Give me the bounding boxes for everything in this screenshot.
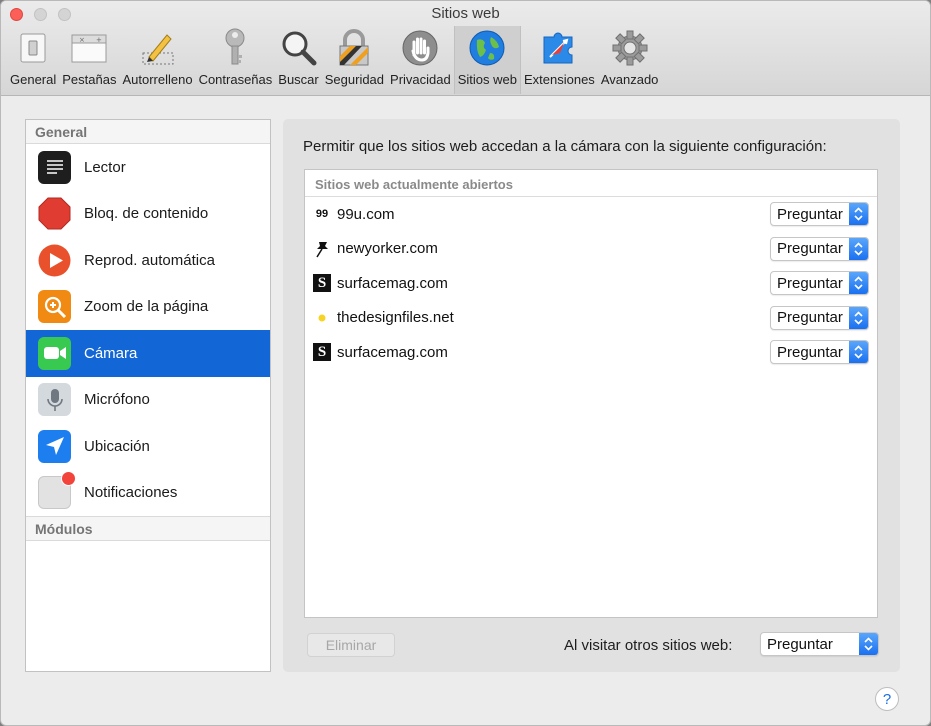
microphone-icon (38, 383, 71, 417)
site-setting-popup[interactable]: Preguntar (770, 202, 869, 226)
settings-panel: Permitir que los sitios web accedan a la… (283, 119, 900, 672)
sidebar-item-label: Notificaciones (84, 484, 178, 502)
location-icon (38, 429, 71, 463)
window-title: Sitios web (431, 5, 500, 22)
sidebar-item-label: Ubicación (84, 437, 150, 455)
site-name: surfacemag.com (337, 343, 448, 361)
site-favicon-surfacemag-icon: S (313, 274, 331, 293)
general-icon (13, 28, 53, 68)
sidebar-item-label: Reprod. automática (84, 251, 215, 269)
sidebar-item-label: Zoom de la página (84, 298, 209, 316)
chevron-updown-icon (849, 306, 868, 329)
svg-text:×: × (79, 36, 85, 44)
list-item: 99 99u.com Preguntar (305, 197, 877, 232)
list-item: newyorker.com Preguntar (305, 232, 877, 267)
sidebar-item-lector[interactable]: Lector (26, 144, 270, 191)
svg-text:+: + (96, 36, 102, 44)
help-button[interactable]: ? (875, 687, 899, 711)
site-favicon-pushpin-icon (313, 240, 331, 258)
site-setting-popup[interactable]: Preguntar (770, 236, 869, 261)
site-name: newyorker.com (337, 240, 438, 258)
site-favicon-99u-icon: 99 (315, 208, 329, 221)
other-sites-label: Al visitar otros sitios web: (564, 637, 733, 654)
camera-icon (38, 336, 71, 370)
tab-sitios-web[interactable]: Sitios web (453, 26, 521, 94)
sidebar-item-camara[interactable]: Cámara (26, 330, 270, 377)
gear-icon (610, 28, 650, 68)
site-setting-popup[interactable]: Preguntar (770, 305, 869, 330)
list-item: S surfacemag.com Preguntar (305, 266, 877, 301)
hand-icon (400, 28, 440, 68)
tab-avanzado[interactable]: Avanzado (598, 26, 662, 94)
sidebar: General Lector Bloq. de contenido Reprod… (25, 119, 271, 672)
pencil-icon (138, 28, 178, 68)
key-icon (215, 28, 255, 68)
tab-autorrelleno[interactable]: Autorrelleno (119, 26, 195, 94)
puzzle-icon (539, 28, 579, 68)
preference-tabs: General × + Pestañas Autorrelleno Contras… (7, 26, 661, 94)
tab-extensiones[interactable]: Extensiones (521, 26, 598, 94)
open-sites-list: Sitios web actualmente abiertos 99 99u.c… (304, 169, 878, 618)
tab-contrasenas[interactable]: Contraseñas (196, 26, 276, 94)
sidebar-item-reprod-automatica[interactable]: Reprod. automática (26, 237, 270, 284)
content-blocker-icon (38, 197, 71, 230)
sidebar-item-label: Bloq. de contenido (84, 205, 209, 223)
preferences-window: Sitios web General × + Pestañas Autorrell… (0, 0, 931, 726)
sidebar-item-label: Cámara (84, 344, 138, 362)
notification-badge-icon (61, 471, 76, 487)
sidebar-item-microfono[interactable]: Micrófono (26, 377, 270, 424)
list-item: S surfacemag.com Preguntar (305, 335, 877, 370)
site-setting-popup[interactable]: Preguntar (770, 340, 869, 364)
tab-buscar[interactable]: Buscar (275, 26, 321, 94)
chevron-updown-icon (849, 203, 868, 225)
sidebar-header-general: General (26, 120, 270, 144)
sidebar-item-notificaciones[interactable]: Notificaciones (26, 470, 270, 517)
tab-pestanas[interactable]: × + Pestañas (59, 26, 119, 94)
sidebar-item-ubicacion[interactable]: Ubicación (26, 423, 270, 470)
chevron-updown-icon (849, 272, 868, 294)
sidebar-header-modulos: Módulos (26, 517, 270, 541)
tab-general[interactable]: General (7, 26, 59, 94)
chevron-updown-icon (859, 633, 878, 655)
other-sites-popup[interactable]: Preguntar (760, 632, 879, 656)
tab-privacidad[interactable]: Privacidad (387, 26, 454, 94)
panel-description: Permitir que los sitios web accedan a la… (303, 138, 827, 155)
remove-button[interactable]: Eliminar (307, 633, 395, 657)
site-name: 99u.com (337, 205, 395, 223)
chevron-updown-icon (849, 237, 868, 260)
magnifier-icon (279, 28, 319, 68)
site-name: surfacemag.com (337, 274, 448, 292)
sidebar-item-bloq-contenido[interactable]: Bloq. de contenido (26, 191, 270, 238)
site-setting-popup[interactable]: Preguntar (770, 271, 869, 295)
list-header: Sitios web actualmente abiertos (305, 170, 877, 197)
autoplay-icon (38, 244, 71, 277)
sidebar-item-label: Lector (84, 158, 126, 176)
site-favicon-dot-icon (313, 309, 331, 327)
tabs-icon: × + (69, 28, 109, 68)
zoom-icon (38, 290, 71, 324)
reader-icon (38, 150, 71, 184)
site-favicon-surfacemag-icon: S (313, 343, 331, 362)
list-item: thedesignfiles.net Preguntar (305, 301, 877, 336)
lock-icon (334, 28, 374, 68)
notifications-icon (38, 471, 76, 510)
chevron-updown-icon (849, 341, 868, 363)
tab-seguridad[interactable]: Seguridad (322, 26, 387, 94)
sidebar-item-label: Micrófono (84, 391, 150, 409)
site-name: thedesignfiles.net (337, 309, 454, 327)
sidebar-item-zoom-pagina[interactable]: Zoom de la página (26, 284, 270, 331)
toolbar: Sitios web General × + Pestañas Autorrell… (1, 1, 930, 96)
globe-icon (467, 28, 507, 68)
